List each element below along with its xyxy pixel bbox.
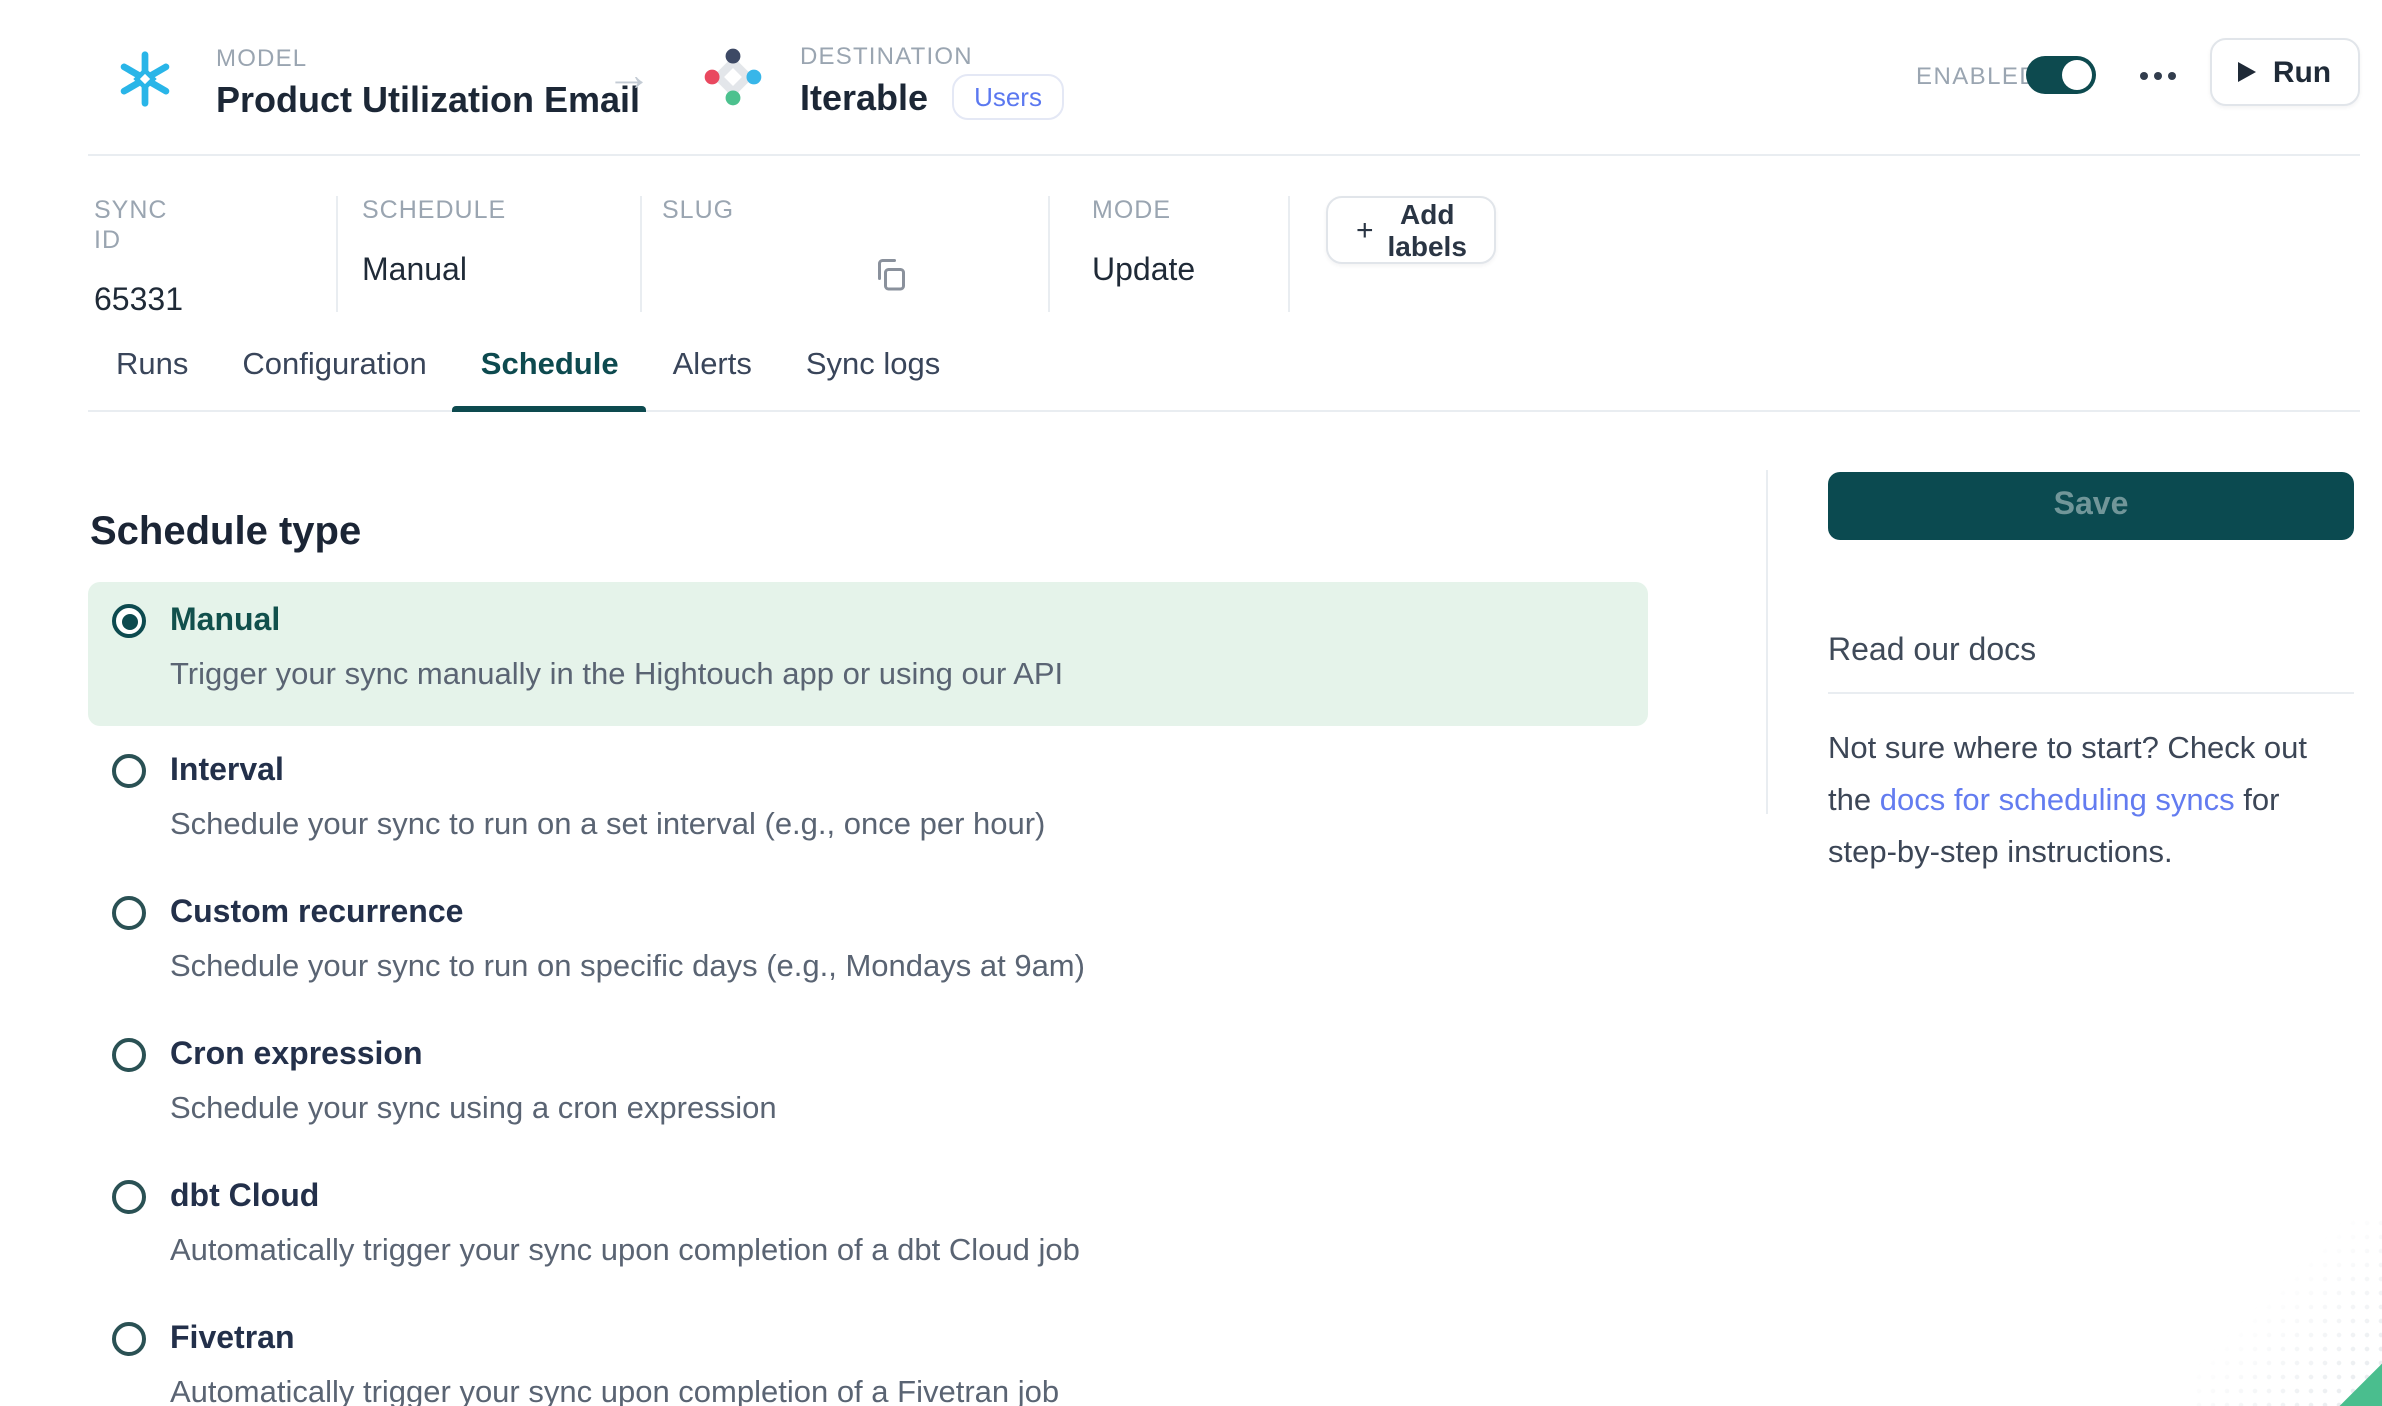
schedule-option-fivetran[interactable]: Fivetran Automatically trigger your sync… bbox=[88, 1318, 1648, 1406]
sync-header: MODEL Product Utilization Email → DESTIN… bbox=[0, 0, 2382, 154]
play-icon bbox=[2239, 62, 2257, 82]
destination-name: Iterable bbox=[800, 74, 928, 122]
snowflake-icon bbox=[114, 48, 176, 120]
option-description: Schedule your sync to run on a set inter… bbox=[170, 802, 1648, 850]
option-description: Automatically trigger your sync upon com… bbox=[170, 1370, 1648, 1406]
radio-fivetran[interactable] bbox=[112, 1322, 146, 1356]
copy-slug-button[interactable] bbox=[872, 256, 908, 302]
meta-divider bbox=[336, 196, 338, 312]
meta-divider bbox=[1048, 196, 1050, 312]
model-entity: MODEL Product Utilization Email bbox=[114, 44, 640, 124]
enabled-label: ENABLED bbox=[1916, 62, 2038, 90]
toggle-knob bbox=[2062, 60, 2092, 90]
tab-alerts[interactable]: Alerts bbox=[673, 320, 752, 410]
enabled-toggle[interactable] bbox=[2026, 56, 2096, 94]
header-divider bbox=[88, 154, 2360, 156]
tab-configuration[interactable]: Configuration bbox=[242, 320, 426, 410]
right-sidebar: Save Read our docs Not sure where to sta… bbox=[1828, 472, 2354, 911]
tab-sync-logs[interactable]: Sync logs bbox=[806, 320, 940, 410]
option-label: dbt Cloud bbox=[170, 1176, 1648, 1218]
option-description: Schedule your sync using a cron expressi… bbox=[170, 1086, 1648, 1134]
docs-paragraph: Not sure where to start? Check out the d… bbox=[1828, 724, 2354, 880]
corner-dot-pattern bbox=[2192, 1216, 2382, 1406]
schedule-option-interval[interactable]: Interval Schedule your sync to run on a … bbox=[88, 750, 1648, 850]
iterable-icon bbox=[700, 44, 766, 120]
option-description: Automatically trigger your sync upon com… bbox=[170, 1228, 1648, 1276]
radio-dbt-cloud[interactable] bbox=[112, 1180, 146, 1214]
docs-heading: Read our docs bbox=[1828, 632, 2354, 672]
model-name: Product Utilization Email bbox=[216, 76, 640, 124]
content-divider bbox=[1766, 470, 1768, 814]
model-label: MODEL bbox=[216, 44, 640, 72]
destination-label: DESTINATION bbox=[800, 42, 1064, 70]
schedule-option-cron[interactable]: Cron expression Schedule your sync using… bbox=[88, 1034, 1648, 1134]
option-label: Cron expression bbox=[170, 1034, 1648, 1076]
arrow-right-icon: → bbox=[606, 48, 652, 100]
page-title: Schedule type bbox=[90, 511, 361, 557]
save-button[interactable]: Save bbox=[1828, 472, 2354, 540]
destination-object-badge[interactable]: Users bbox=[952, 73, 1064, 119]
schedule-type-options: Manual Trigger your sync manually in the… bbox=[88, 582, 1648, 1406]
meta-divider bbox=[640, 196, 642, 312]
meta-slug: SLUG bbox=[662, 196, 1042, 252]
schedule-option-custom-recurrence[interactable]: Custom recurrence Schedule your sync to … bbox=[88, 892, 1648, 992]
meta-schedule: SCHEDULE Manual bbox=[362, 196, 506, 292]
add-labels-button[interactable]: + Add labels bbox=[1326, 196, 1497, 264]
meta-mode: MODE Update bbox=[1092, 196, 1195, 292]
option-label: Manual bbox=[170, 600, 1648, 642]
tab-schedule[interactable]: Schedule bbox=[481, 320, 619, 410]
option-description: Trigger your sync manually in the Highto… bbox=[170, 652, 1648, 700]
meta-divider bbox=[1288, 196, 1290, 312]
option-label: Fivetran bbox=[170, 1318, 1648, 1360]
radio-cron[interactable] bbox=[112, 1038, 146, 1072]
option-description: Schedule your sync to run on specific da… bbox=[170, 944, 1648, 992]
more-menu-button[interactable] bbox=[2132, 58, 2184, 94]
schedule-option-dbt-cloud[interactable]: dbt Cloud Automatically trigger your syn… bbox=[88, 1176, 1648, 1276]
run-button[interactable]: Run bbox=[2210, 38, 2360, 106]
destination-entity: DESTINATION Iterable Users bbox=[700, 42, 1064, 122]
radio-interval[interactable] bbox=[112, 754, 146, 788]
option-label: Custom recurrence bbox=[170, 892, 1648, 934]
radio-manual[interactable] bbox=[112, 604, 146, 638]
docs-link[interactable]: docs for scheduling syncs bbox=[1880, 784, 2235, 818]
schedule-option-manual[interactable]: Manual Trigger your sync manually in the… bbox=[88, 582, 1648, 726]
meta-sync-id: SYNC ID 65331 bbox=[94, 196, 183, 322]
radio-custom-recurrence[interactable] bbox=[112, 896, 146, 930]
sync-detail-page: MODEL Product Utilization Email → DESTIN… bbox=[0, 0, 2382, 1406]
sync-tabs: Runs Configuration Schedule Alerts Sync … bbox=[88, 320, 2360, 412]
option-label: Interval bbox=[170, 750, 1648, 792]
docs-divider bbox=[1828, 692, 2354, 694]
plus-icon: + bbox=[1356, 215, 1374, 245]
tab-runs[interactable]: Runs bbox=[116, 320, 188, 410]
